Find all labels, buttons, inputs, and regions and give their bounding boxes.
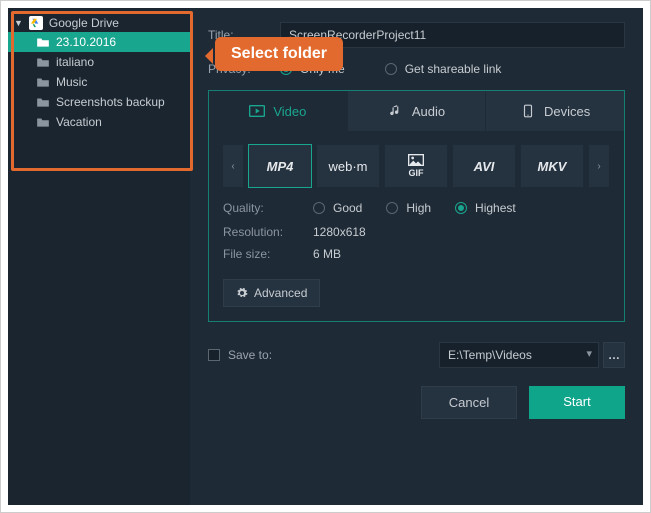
tree-folder-item[interactable]: Screenshots backup <box>8 92 190 112</box>
tab-label: Audio <box>412 104 445 119</box>
filesize-label: File size: <box>223 247 313 261</box>
tree-item-label: 23.10.2016 <box>56 35 116 49</box>
tab-audio[interactable]: Audio <box>348 91 487 131</box>
folder-icon <box>36 96 50 108</box>
folder-icon <box>36 76 50 88</box>
gear-icon <box>236 287 248 299</box>
tree-folder-item[interactable]: Vacation <box>8 112 190 132</box>
google-drive-icon <box>29 16 43 30</box>
format-panel: Video Audio Devices ‹ MP4 web·m <box>208 90 625 322</box>
radio-label: Good <box>333 201 362 215</box>
format-gif[interactable]: GIF <box>385 145 447 187</box>
save-path-select[interactable]: E:\Temp\Videos <box>439 342 599 368</box>
advanced-label: Advanced <box>254 286 307 300</box>
radio-icon <box>313 202 325 214</box>
format-mkv[interactable]: MKV <box>521 145 583 187</box>
radio-icon <box>385 63 397 75</box>
tree-folder-item[interactable]: Music <box>8 72 190 92</box>
privacy-only-me[interactable]: Only me <box>280 62 345 76</box>
image-icon <box>408 154 424 166</box>
quality-highest[interactable]: Highest <box>455 201 516 215</box>
tree-root-google-drive[interactable]: ▼ Google Drive <box>8 14 190 32</box>
formats-next[interactable]: › <box>589 145 609 187</box>
tab-video[interactable]: Video <box>209 91 348 131</box>
radio-label: Only me <box>300 62 345 76</box>
radio-label: Get shareable link <box>405 62 502 76</box>
format-avi[interactable]: AVI <box>453 145 515 187</box>
filesize-value: 6 MB <box>313 247 341 261</box>
save-to-checkbox[interactable] <box>208 349 220 361</box>
tree-item-label: Vacation <box>56 115 102 129</box>
title-label: Title: <box>208 28 280 42</box>
advanced-button[interactable]: Advanced <box>223 279 320 307</box>
devices-icon <box>520 104 536 118</box>
quality-high[interactable]: High <box>386 201 431 215</box>
privacy-label: Privacy: <box>208 62 280 76</box>
tab-label: Video <box>273 104 306 119</box>
tab-label: Devices <box>544 104 590 119</box>
formats-prev[interactable]: ‹ <box>223 145 243 187</box>
save-to-label: Save to: <box>228 348 272 362</box>
cancel-button[interactable]: Cancel <box>421 386 517 419</box>
tree-folder-item[interactable]: italiano <box>8 52 190 72</box>
resolution-label: Resolution: <box>223 225 313 239</box>
radio-label: Highest <box>475 201 516 215</box>
radio-label: High <box>406 201 431 215</box>
folder-icon <box>36 116 50 128</box>
tree-item-label: Screenshots backup <box>56 95 165 109</box>
folder-icon <box>36 36 50 48</box>
video-icon <box>249 104 265 118</box>
tree-folder-item[interactable]: 23.10.2016 <box>8 32 190 52</box>
tree-item-label: italiano <box>56 55 94 69</box>
tree-item-label: Music <box>56 75 87 89</box>
music-icon <box>388 104 404 118</box>
format-webm[interactable]: web·m <box>317 145 379 187</box>
quality-label: Quality: <box>223 201 313 215</box>
resolution-value: 1280x618 <box>313 225 366 239</box>
title-input[interactable] <box>280 22 625 48</box>
radio-icon <box>455 202 467 214</box>
privacy-shareable[interactable]: Get shareable link <box>385 62 502 76</box>
start-button[interactable]: Start <box>529 386 625 419</box>
radio-icon <box>280 63 292 75</box>
quality-good[interactable]: Good <box>313 201 362 215</box>
browse-button[interactable]: … <box>603 342 625 368</box>
tree-root-label: Google Drive <box>49 16 119 30</box>
main-content: Title: Privacy: Only me Get shareable li… <box>190 8 643 505</box>
radio-icon <box>386 202 398 214</box>
tab-devices[interactable]: Devices <box>486 91 624 131</box>
collapse-icon: ▼ <box>14 18 23 28</box>
format-mp4[interactable]: MP4 <box>249 145 311 187</box>
folder-icon <box>36 56 50 68</box>
folder-tree: ▼ Google Drive 23.10.2016 italiano Music… <box>8 8 190 505</box>
